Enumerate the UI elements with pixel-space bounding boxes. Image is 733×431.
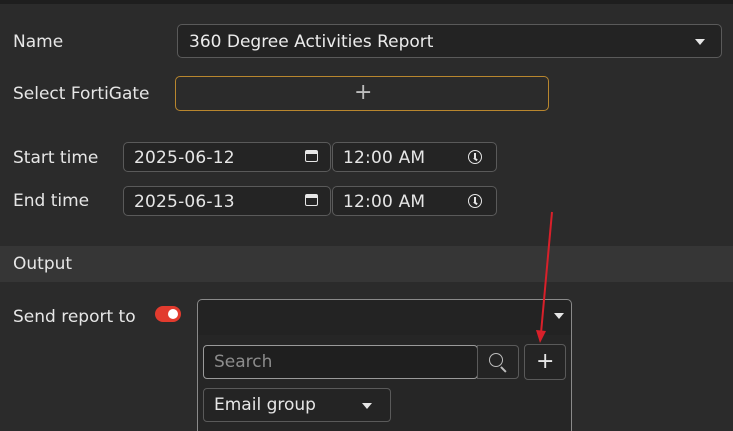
calendar-icon[interactable] [305,150,318,162]
clock-icon[interactable] [468,150,482,164]
start-date-input[interactable]: 2025-06-12 [123,142,331,172]
clock-icon[interactable] [468,194,482,208]
search-button[interactable] [477,345,519,379]
chevron-down-icon [554,313,564,319]
start-time-label: Start time [13,148,99,168]
select-fortigate-button[interactable]: + [175,76,549,111]
end-date-input[interactable]: 2025-06-13 [123,186,331,216]
search-icon [489,353,503,367]
add-recipient-button[interactable]: + [524,344,566,380]
calendar-icon[interactable] [305,194,318,206]
end-time-value: 12:00 AM [343,192,426,212]
start-time-value: 12:00 AM [343,148,426,168]
chevron-down-icon [362,403,372,409]
report-settings-panel: Name 360 Degree Activities Report Select… [0,0,733,431]
end-date-value: 2025-06-13 [134,192,235,212]
toggle-knob [168,309,178,319]
top-edge [0,0,733,4]
name-label: Name [13,32,64,52]
output-section-header: Output [0,246,733,282]
end-time-label: End time [13,191,90,211]
send-report-toggle[interactable] [155,306,181,322]
send-report-label: Send report to [13,307,136,327]
chevron-down-icon [695,39,705,45]
output-section-title: Output [13,254,73,274]
recipient-type-value: Email group [214,395,316,415]
start-date-value: 2025-06-12 [134,148,235,168]
search-input[interactable] [203,345,478,379]
plus-icon: + [536,349,555,374]
recipient-type-select[interactable]: Email group [203,388,391,422]
report-name-value: 360 Degree Activities Report [189,32,434,52]
plus-icon: + [354,80,373,105]
report-name-select[interactable]: 360 Degree Activities Report [177,24,722,58]
recipients-select[interactable] [197,299,572,335]
end-time-input[interactable]: 12:00 AM [332,186,497,216]
start-time-input[interactable]: 12:00 AM [332,142,497,172]
select-fortigate-label: Select FortiGate [13,84,150,104]
